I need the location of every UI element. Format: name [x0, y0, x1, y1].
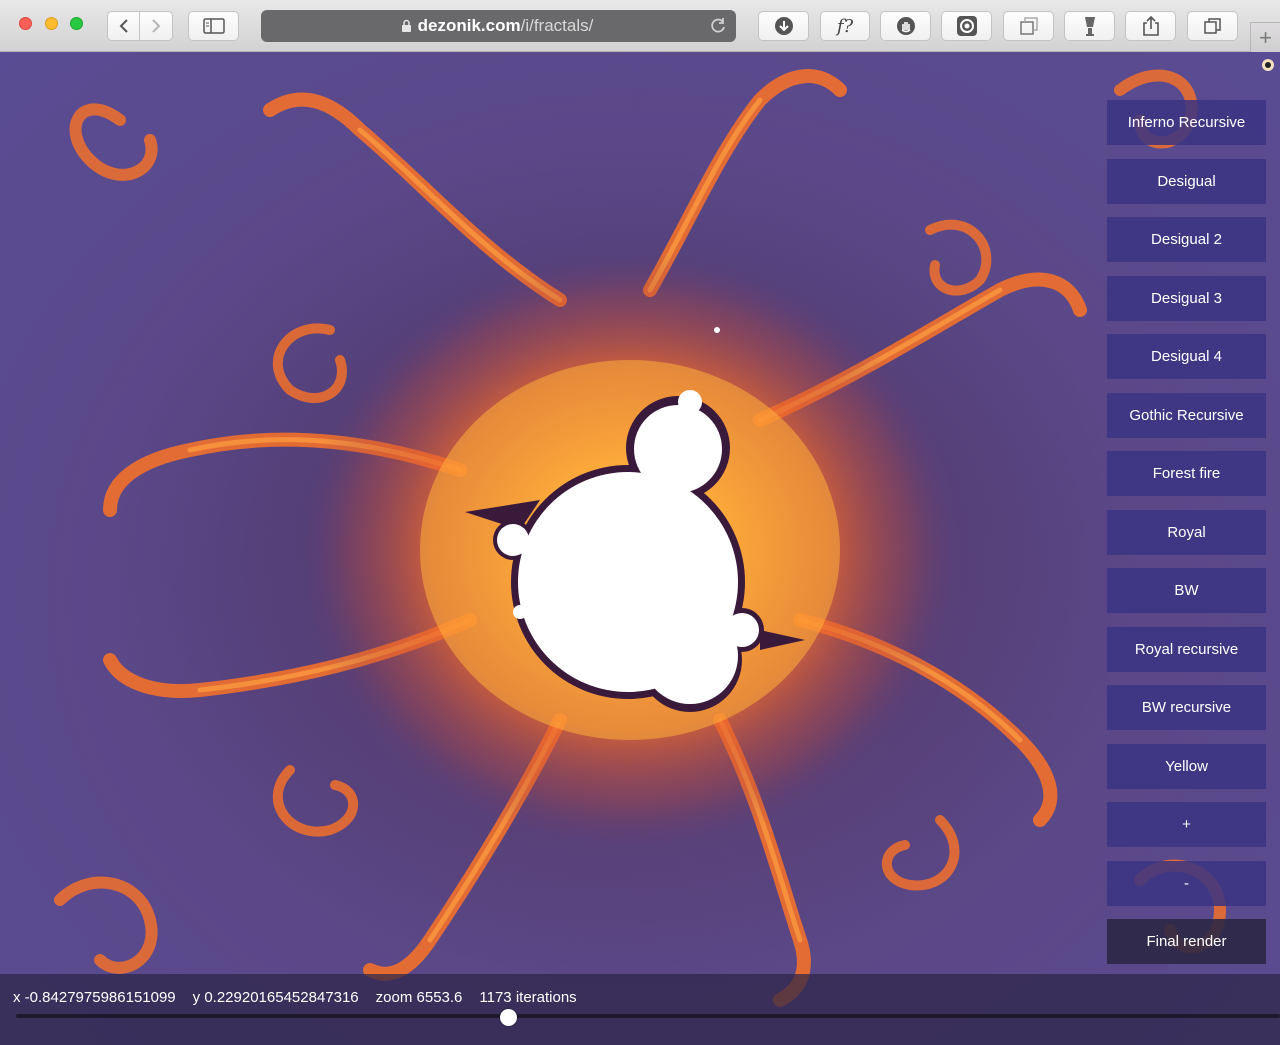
iterations-count: 1173 iterations — [479, 989, 577, 1006]
hand-icon — [896, 17, 915, 35]
window-close-button[interactable] — [19, 17, 32, 30]
iterations-decrease-button[interactable]: - — [1107, 861, 1266, 906]
window-minimize-button[interactable] — [45, 17, 58, 30]
coordinates-readout: x -0.8427975986151099 y 0.22920165452847… — [13, 989, 577, 1006]
window-extension-button[interactable] — [1003, 11, 1054, 41]
status-bar: x -0.8427975986151099 y 0.22920165452847… — [0, 974, 1280, 1045]
navigation-buttons — [107, 11, 173, 41]
palette-yellow-button[interactable]: Yellow — [1107, 744, 1266, 789]
eye-icon[interactable] — [1261, 58, 1275, 72]
iterations-slider-track[interactable] — [16, 1014, 1280, 1018]
palette-desigual-3-button[interactable]: Desigual 3 — [1107, 276, 1266, 321]
f-question-icon: f? — [836, 15, 854, 37]
forward-button[interactable] — [140, 11, 173, 41]
camera-icon — [956, 16, 977, 36]
new-tab-button[interactable]: + — [1250, 22, 1280, 52]
fractal-canvas[interactable] — [0, 52, 1280, 1045]
palette-royal-recursive-button[interactable]: Royal recursive — [1107, 627, 1266, 672]
reload-icon[interactable] — [708, 16, 728, 36]
share-button[interactable] — [1125, 11, 1176, 41]
window-icon — [1019, 17, 1038, 35]
palette-bw-recursive-button[interactable]: BW recursive — [1107, 685, 1266, 730]
palette-desigual-2-button[interactable]: Desigual 2 — [1107, 217, 1266, 262]
back-button[interactable] — [107, 11, 140, 41]
back-icon — [119, 19, 128, 33]
tabs-overview-icon — [1203, 18, 1221, 34]
palette-royal-button[interactable]: Royal — [1107, 510, 1266, 555]
palette-desigual-4-button[interactable]: Desigual 4 — [1107, 334, 1266, 379]
palette-desigual-button[interactable]: Desigual — [1107, 159, 1266, 204]
iterations-slider-thumb[interactable] — [500, 1009, 518, 1026]
browser-toolbar: dezonik.com/i/fractals/ f? + — [0, 0, 1280, 52]
downloads-button[interactable] — [758, 11, 809, 41]
y-coordinate: y 0.22920165452847316 — [192, 989, 359, 1006]
f-question-button[interactable]: f? — [820, 11, 870, 41]
forward-icon — [152, 19, 161, 33]
lamp-extension-button[interactable] — [1064, 11, 1115, 41]
download-icon — [774, 17, 793, 35]
palette-gothic-recursive-button[interactable]: Gothic Recursive — [1107, 393, 1266, 438]
palette-forest-fire-button[interactable]: Forest fire — [1107, 451, 1266, 496]
iterations-increase-button[interactable]: + — [1107, 802, 1266, 847]
tabs-overview-button[interactable] — [1187, 11, 1238, 41]
lamp-icon — [1084, 17, 1095, 36]
url-host: dezonik.com — [417, 16, 521, 35]
camera-extension-button[interactable] — [941, 11, 992, 41]
lock-icon — [402, 19, 411, 32]
window-maximize-button[interactable] — [70, 17, 83, 30]
x-coordinate: x -0.8427975986151099 — [13, 989, 176, 1006]
palette-bw-button[interactable]: BW — [1107, 568, 1266, 613]
sidebar-button[interactable] — [188, 11, 239, 41]
url-path: /i/fractals/ — [520, 16, 594, 35]
sidebar-icon — [202, 18, 225, 34]
address-bar[interactable]: dezonik.com/i/fractals/ — [261, 10, 736, 42]
final-render-button[interactable]: Final render — [1107, 919, 1266, 964]
zoom-level: zoom 6553.6 — [375, 989, 463, 1006]
mandelbrot-render — [54, 69, 1227, 1007]
hand-extension-button[interactable] — [880, 11, 931, 41]
plus-icon: + — [1259, 24, 1272, 50]
palette-inferno-recursive-button[interactable]: Inferno Recursive — [1107, 100, 1266, 145]
share-icon — [1142, 15, 1159, 36]
